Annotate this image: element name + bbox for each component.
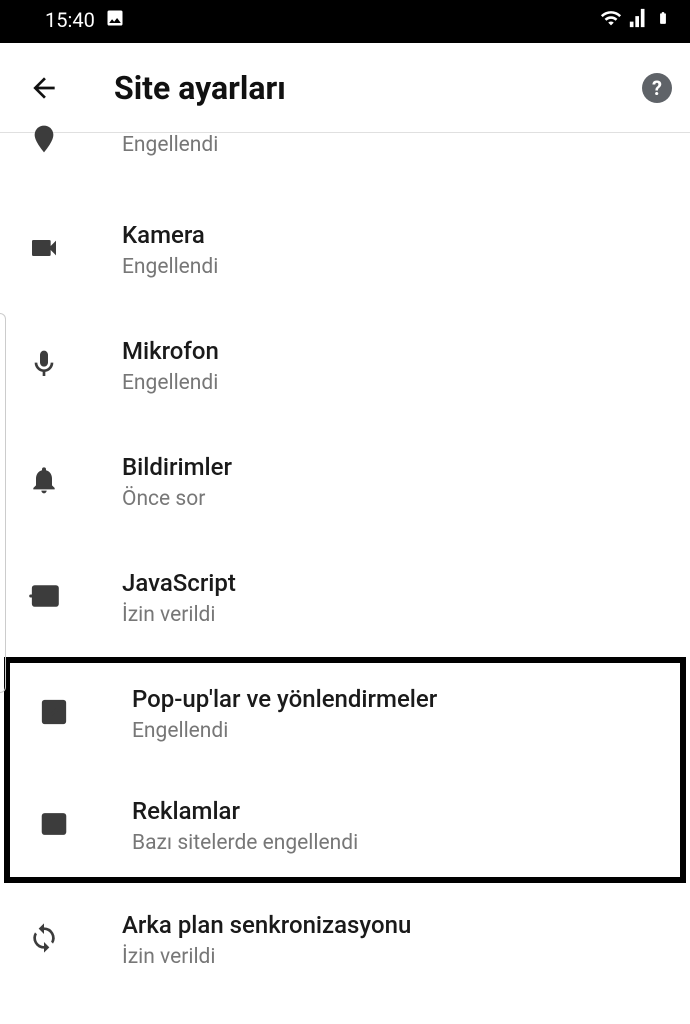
setting-subtitle: Önce sor bbox=[122, 487, 662, 511]
battery-icon bbox=[656, 7, 670, 34]
back-button[interactable] bbox=[28, 69, 66, 107]
status-time: 15:40 bbox=[45, 8, 95, 32]
setting-title: Mikrofon bbox=[122, 337, 662, 365]
setting-row-microphone[interactable]: Mikrofon Engellendi bbox=[0, 315, 690, 417]
setting-subtitle: Engellendi bbox=[122, 255, 662, 279]
setting-title: Pop-up'lar ve yönlendirmeler bbox=[132, 685, 652, 713]
setting-subtitle: İzin verildi bbox=[122, 603, 662, 627]
setting-subtitle: Engellendi bbox=[122, 371, 662, 395]
setting-title: Kamera bbox=[122, 221, 662, 249]
camera-icon bbox=[28, 232, 60, 268]
setting-subtitle: Engellendi bbox=[132, 719, 652, 743]
app-bar: Site ayarları ? bbox=[0, 43, 690, 133]
microphone-icon bbox=[28, 348, 60, 384]
sync-icon bbox=[28, 922, 60, 958]
code-icon bbox=[28, 580, 60, 616]
setting-subtitle: Bazı sitelerde engellendi bbox=[132, 831, 652, 855]
highlighted-settings: Pop-up'lar ve yönlendirmeler Engellendi … bbox=[4, 657, 686, 883]
page-title: Site ayarları bbox=[114, 69, 642, 107]
window-icon bbox=[38, 808, 70, 844]
setting-subtitle: Engellendi bbox=[122, 133, 662, 157]
bell-icon bbox=[28, 464, 60, 500]
setting-row-camera[interactable]: Kamera Engellendi bbox=[0, 199, 690, 301]
wifi-icon bbox=[600, 7, 622, 34]
open-in-new-icon bbox=[38, 696, 70, 732]
setting-row-background-sync[interactable]: Arka plan senkronizasyonu İzin verildi bbox=[0, 889, 690, 991]
image-icon bbox=[105, 8, 125, 33]
setting-row-popups[interactable]: Pop-up'lar ve yönlendirmeler Engellendi bbox=[10, 663, 680, 765]
setting-row-notifications[interactable]: Bildirimler Önce sor bbox=[0, 431, 690, 533]
setting-title: Arka plan senkronizasyonu bbox=[122, 911, 662, 939]
setting-title: Bildirimler bbox=[122, 453, 662, 481]
setting-row-ads[interactable]: Reklamlar Bazı sitelerde engellendi bbox=[10, 775, 680, 877]
signal-icon bbox=[628, 7, 650, 34]
scroll-indicator bbox=[0, 313, 6, 693]
setting-title: Reklamlar bbox=[132, 797, 652, 825]
status-bar: 15:40 bbox=[0, 0, 690, 40]
setting-title: JavaScript bbox=[122, 569, 662, 597]
setting-row-javascript[interactable]: JavaScript İzin verildi bbox=[0, 547, 690, 649]
help-button[interactable]: ? bbox=[642, 73, 672, 103]
location-icon bbox=[28, 123, 60, 159]
setting-subtitle: İzin verildi bbox=[122, 945, 662, 969]
setting-row-location[interactable]: Engellendi bbox=[0, 133, 690, 175]
